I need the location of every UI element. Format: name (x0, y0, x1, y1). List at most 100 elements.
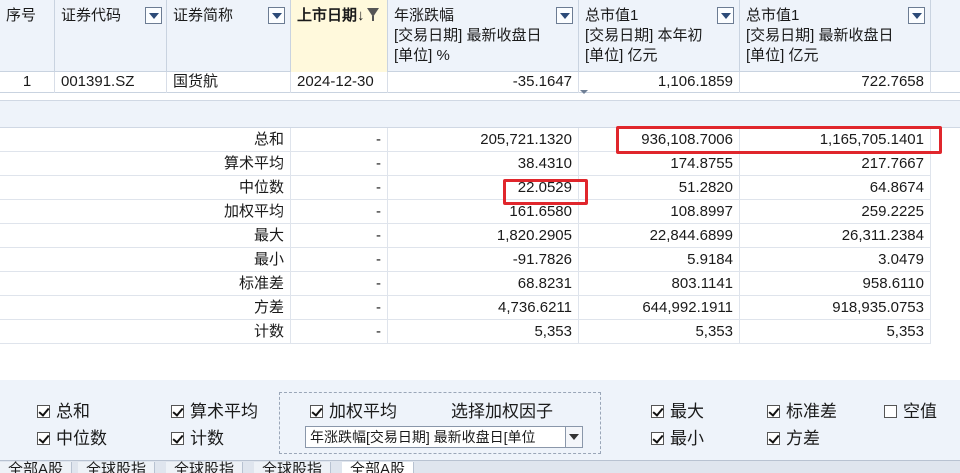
table-row[interactable]: 1 001391.SZ 国货航 2024-12-30 -35.1647 1,10… (0, 72, 960, 93)
stat-cell-mcap-latest: 5,353 (740, 320, 931, 344)
option-sum[interactable]: 总和 (37, 401, 90, 423)
stat-label: 加权平均 (0, 200, 291, 224)
stat-cell-mcap-latest: 26,311.2384 (740, 224, 931, 248)
cell-index: 1 (0, 72, 55, 93)
weight-factor-label: 选择加权因子 (451, 402, 553, 421)
col-header-mcap-start[interactable]: 总市值1 [交易日期] 本年初 [单位] 亿元 (579, 0, 740, 72)
stats-row: 加权平均 -161.6580 108.8997 259.2225 (0, 200, 931, 224)
option-count[interactable]: 计数 (171, 428, 224, 450)
option-weighted[interactable]: 加权平均 (310, 401, 397, 423)
checkbox[interactable] (171, 432, 184, 445)
stat-cell-list-date: - (291, 128, 388, 152)
option-label: 方差 (786, 429, 820, 448)
stat-cell-mcap-latest: 918,935.0753 (740, 296, 931, 320)
option-max[interactable]: 最大 (651, 401, 704, 423)
sheet-tab[interactable]: 全球股指 (166, 462, 244, 473)
col-header-change[interactable]: 年涨跌幅 [交易日期] 最新收盘日 [单位] % (388, 0, 579, 72)
stat-cell-mcap-latest: 3.0479 (740, 248, 931, 272)
option-label: 标准差 (786, 402, 837, 421)
col-header-mcap-latest[interactable]: 总市值1 [交易日期] 最新收盘日 [单位] 亿元 (740, 0, 931, 72)
checkbox[interactable] (37, 432, 50, 445)
stat-cell-list-date: - (291, 224, 388, 248)
stat-label: 最大 (0, 224, 291, 248)
stat-cell-change: 4,736.6211 (388, 296, 579, 320)
cell-mcap-start: 1,106.1859 (579, 72, 740, 93)
option-label: 计数 (190, 429, 224, 448)
stats-caption-bar (0, 100, 960, 127)
sheet-tab-active[interactable]: 全部A股 (342, 462, 415, 473)
stat-label: 最小 (0, 248, 291, 272)
stat-cell-list-date: - (291, 152, 388, 176)
stat-cell-list-date: - (291, 176, 388, 200)
option-label: 最大 (670, 402, 704, 421)
col-title: 总市值1 (746, 7, 800, 24)
stat-cell-mcap-latest: 217.7667 (740, 152, 931, 176)
stats-row: 中位数 -22.0529 51.2820 64.8674 (0, 176, 931, 200)
stat-cell-mcap-latest: 64.8674 (740, 176, 931, 200)
option-std[interactable]: 标准差 (767, 401, 837, 423)
stats-row: 标准差 -68.8231 803.1141 958.6110 (0, 272, 931, 296)
option-label: 加权平均 (329, 402, 397, 421)
col-header-list-date[interactable]: 上市日期↓ (291, 0, 388, 72)
cell-name: 国货航 (167, 72, 291, 93)
stat-cell-mcap-start: 5,353 (579, 320, 740, 344)
cell-list-date: 2024-12-30 (291, 72, 388, 93)
dropdown-icon[interactable] (717, 7, 734, 24)
stat-cell-list-date: - (291, 296, 388, 320)
dropdown-icon[interactable] (908, 7, 925, 24)
stat-label: 中位数 (0, 176, 291, 200)
cell-mcap-latest: 722.7658 (740, 72, 931, 93)
checkbox[interactable] (171, 405, 184, 418)
checkbox[interactable] (651, 432, 664, 445)
checkbox[interactable] (767, 432, 780, 445)
sheet-tab[interactable]: 全球股指 (78, 462, 156, 473)
weight-factor-select[interactable]: 年涨跌幅[交易日期] 最新收盘日[单位 (305, 426, 583, 448)
checkbox[interactable] (884, 405, 897, 418)
stat-cell-list-date: - (291, 272, 388, 296)
stat-cell-change: -91.7826 (388, 248, 579, 272)
highlight-box-sum (616, 126, 942, 154)
dropdown-icon[interactable] (268, 7, 285, 24)
col-header-code[interactable]: 证券代码 (55, 0, 167, 72)
checkbox[interactable] (767, 405, 780, 418)
stat-label: 计数 (0, 320, 291, 344)
col-unit-param: [单位] % (394, 47, 450, 64)
stat-cell-change: 5,353 (388, 320, 579, 344)
sheet-tab[interactable]: 全球股指 (254, 462, 332, 473)
table-header: 序号 证券代码 证券简称 上市日期↓ 年涨跌幅 [交易日期] 最新收盘日 [单位… (0, 0, 960, 72)
stat-label: 总和 (0, 128, 291, 152)
option-median[interactable]: 中位数 (37, 428, 107, 450)
stat-cell-mcap-latest: 958.6110 (740, 272, 931, 296)
dropdown-icon[interactable] (556, 7, 573, 24)
stat-cell-mcap-start: 51.2820 (579, 176, 740, 200)
stat-cell-mcap-start: 174.8755 (579, 152, 740, 176)
cell-code: 001391.SZ (55, 72, 167, 93)
stat-cell-change: 205,721.1320 (388, 128, 579, 152)
stats-row: 最小 - -91.7826 5.9184 3.0479 (0, 248, 931, 272)
stat-cell-mcap-latest: 259.2225 (740, 200, 931, 224)
option-var[interactable]: 方差 (767, 428, 820, 450)
stat-cell-mcap-start: 644,992.1911 (579, 296, 740, 320)
col-header-index[interactable]: 序号 (0, 0, 55, 72)
checkbox[interactable] (310, 405, 323, 418)
col-title: 总市值1 (585, 7, 639, 24)
stat-cell-mcap-start: 5.9184 (579, 248, 740, 272)
dropdown-icon[interactable] (145, 7, 162, 24)
col-header-name[interactable]: 证券简称 (167, 0, 291, 72)
col-title: 年涨跌幅 (394, 7, 455, 24)
option-label: 最小 (670, 429, 704, 448)
checkbox[interactable] (37, 405, 50, 418)
sheet-tab[interactable]: 全部A股 (0, 462, 73, 473)
checkbox[interactable] (651, 405, 664, 418)
chevron-down-icon[interactable] (565, 427, 582, 447)
stat-label: 算术平均 (0, 152, 291, 176)
stats-row: 计数 -5,353 5,353 5,353 (0, 320, 931, 344)
stat-cell-list-date: - (291, 320, 388, 344)
option-mean[interactable]: 算术平均 (171, 401, 258, 423)
option-blank[interactable]: 空值 (884, 401, 937, 423)
option-min[interactable]: 最小 (651, 428, 704, 450)
col-date-param: [交易日期] 最新收盘日 (394, 27, 542, 44)
highlight-box-median (503, 179, 588, 205)
select-value: 年涨跌幅[交易日期] 最新收盘日[单位 (310, 429, 536, 445)
filter-icon[interactable] (366, 6, 381, 23)
